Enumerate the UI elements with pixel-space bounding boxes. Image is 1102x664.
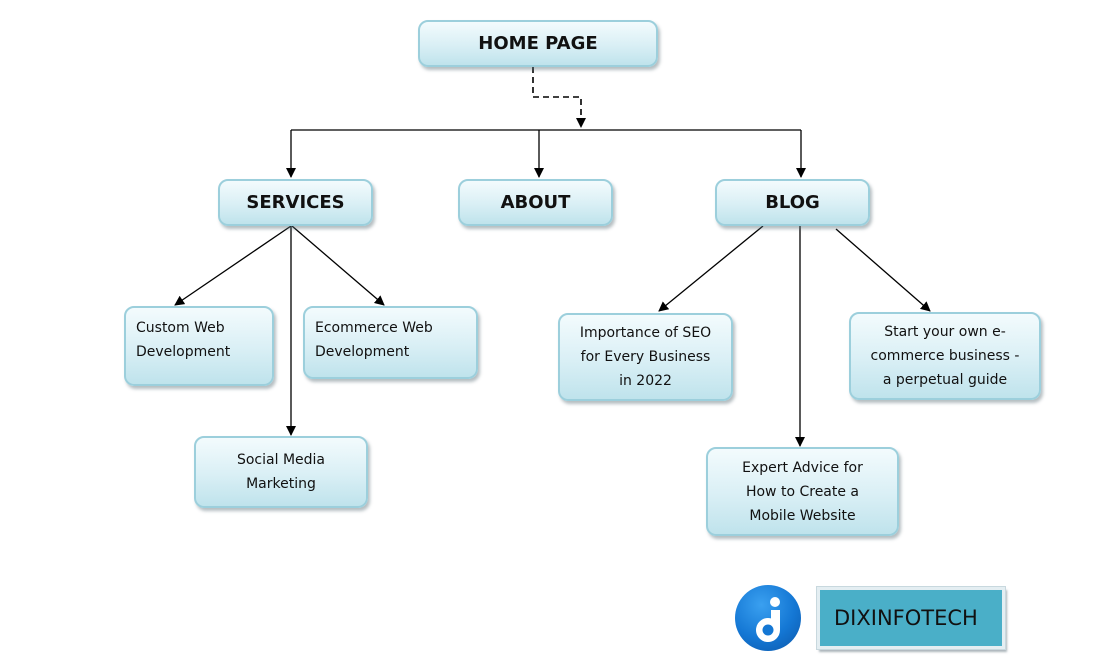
- node-custom-web-development: Custom Web Development: [124, 306, 274, 386]
- brand-name-box: DIXINFOTECH: [816, 586, 1006, 650]
- node-line: Custom Web: [136, 320, 225, 336]
- node-line: Marketing: [246, 476, 316, 492]
- node-line: Development: [315, 344, 410, 360]
- node-importance-of-seo: Importance of SEO for Every Business in …: [558, 313, 733, 401]
- node-start-ecommerce-guide: Start your own e- commerce business - a …: [849, 312, 1041, 400]
- node-line: Importance of SEO: [579, 325, 712, 341]
- dixinfotech-logo-icon: [735, 585, 801, 651]
- node-line: Development: [136, 344, 231, 360]
- node-label: BLOG: [765, 192, 820, 213]
- node-home-page: HOME PAGE: [418, 20, 658, 67]
- node-line: Expert Advice for: [742, 459, 863, 476]
- node-line: Mobile Website: [749, 507, 856, 524]
- node-line: commerce business -: [870, 348, 1020, 364]
- node-expert-advice-mobile-website: Expert Advice for How to Create a Mobile…: [706, 447, 899, 536]
- node-label: ABOUT: [500, 192, 571, 213]
- node-services: SERVICES: [218, 179, 373, 226]
- node-line: How to Create a: [745, 483, 860, 500]
- node-social-media-marketing: Social Media Marketing: [194, 436, 368, 508]
- node-label: SERVICES: [246, 192, 345, 213]
- node-label: HOME PAGE: [478, 33, 598, 54]
- node-blog: BLOG: [715, 179, 870, 226]
- node-line: Ecommerce Web: [315, 320, 433, 336]
- edge-services-ecommerce: [291, 225, 385, 306]
- edge-home-dashed: [532, 67, 586, 128]
- node-ecommerce-web-development: Ecommerce Web Development: [303, 306, 478, 379]
- node-about: ABOUT: [458, 179, 613, 226]
- brand-name: DIXINFOTECH: [834, 606, 978, 630]
- node-line: Start your own e-: [884, 324, 1006, 340]
- node-line: a perpetual guide: [882, 372, 1008, 388]
- edge-blog-seo: [658, 225, 764, 312]
- node-line: in 2022: [619, 373, 672, 389]
- node-line: Social Media: [236, 452, 325, 468]
- node-line: for Every Business: [580, 349, 711, 365]
- edge-blog-start: [835, 228, 931, 312]
- edge-services-custom: [174, 225, 292, 306]
